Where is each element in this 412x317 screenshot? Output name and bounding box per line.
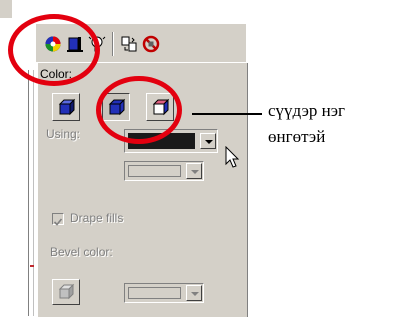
bevel-color-label: Bevel color: [50,245,113,259]
use-object-fill-button[interactable] [52,93,80,121]
toolbar-separator [112,32,114,56]
annotation-line-2: өнгөтэй [268,127,326,146]
bevel-color-picker[interactable] [124,283,204,303]
toolbar-highlight-circle [8,14,100,86]
bevel-shade-button[interactable] [52,279,80,305]
drape-fills-checkbox[interactable] [52,213,64,226]
second-color-swatch [128,165,181,177]
object-fill-cube-icon [58,98,76,116]
dropdown-arrow-icon[interactable] [200,133,216,149]
second-color-picker[interactable] [124,161,204,181]
drape-fills-label: Drape fills [70,211,124,225]
dropdown-arrow-icon[interactable] [186,285,202,301]
red-tick-mark [30,265,34,267]
checkmark-icon [53,218,63,226]
annotation-line-1: сүүдэр нэг [268,101,346,120]
copy-attributes-icon[interactable] [120,35,138,53]
dropdown-arrow-icon[interactable] [186,163,202,179]
annotation-pointer-line [192,113,262,115]
mouse-pointer-icon [225,145,241,175]
bevel-cube-icon [58,283,75,300]
no-entry-icon[interactable] [142,35,160,53]
using-label: Using: [46,127,81,141]
solid-fill-highlight-circle [96,76,182,144]
bevel-color-swatch [128,287,181,299]
